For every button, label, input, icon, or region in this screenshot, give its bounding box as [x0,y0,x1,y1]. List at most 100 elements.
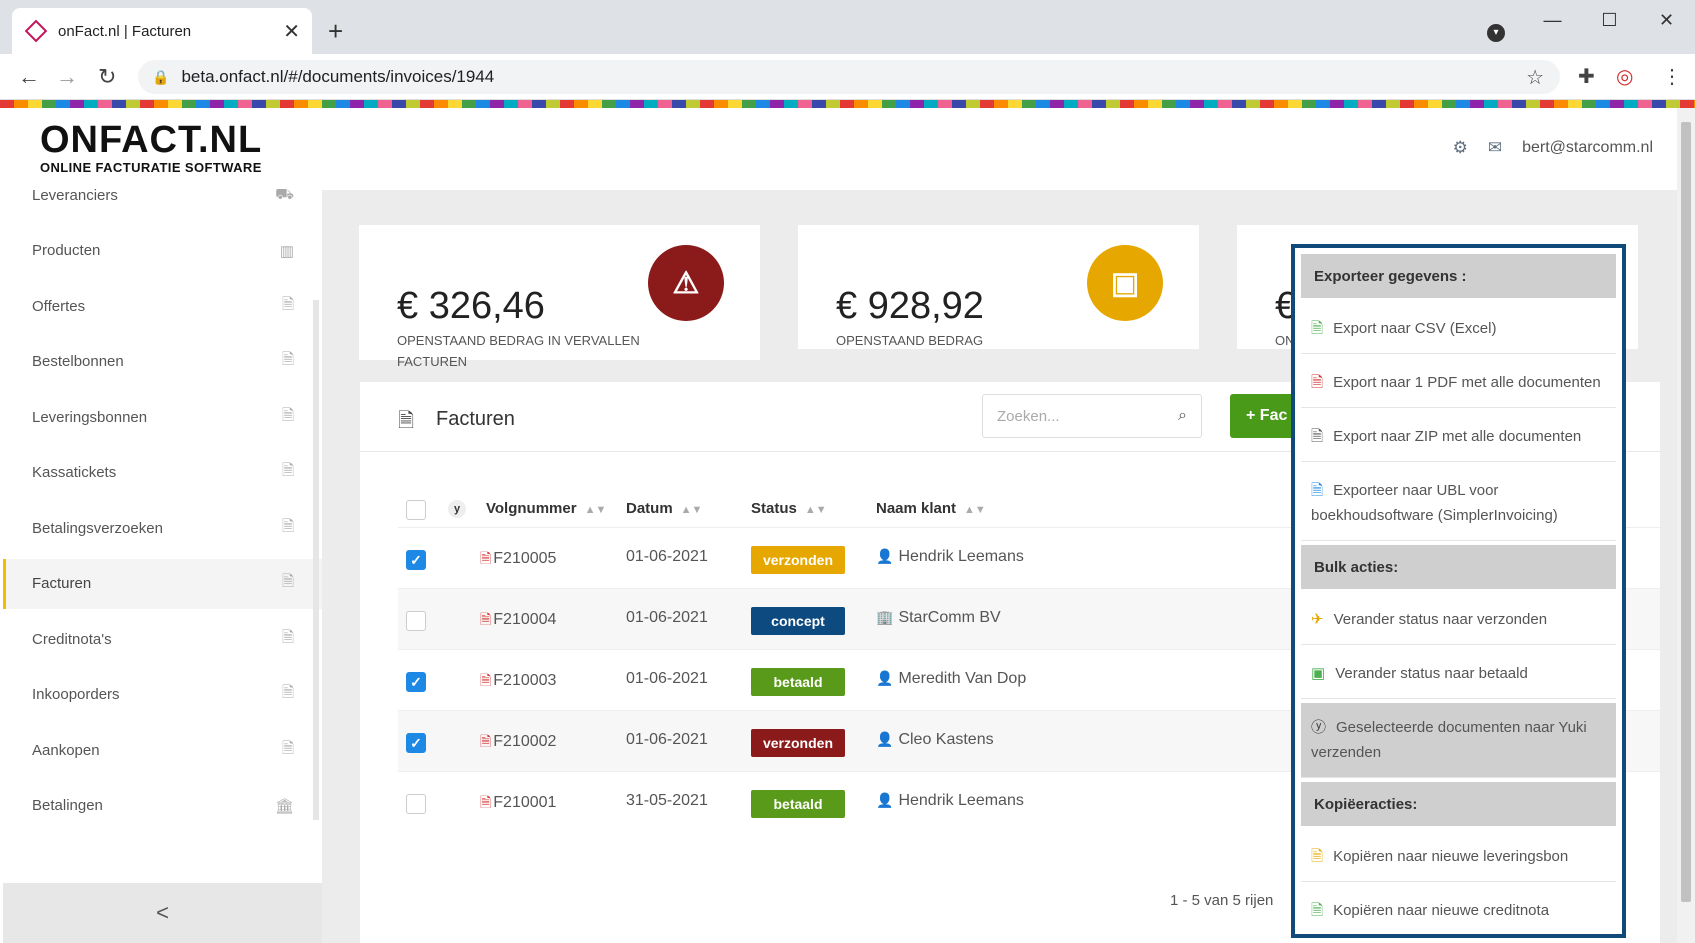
customer-cell[interactable]: 👤 Meredith Van Dop [876,670,1026,688]
window-controls: — ☐ ✕ [1524,0,1695,40]
sidebar-item[interactable]: Bestelbonnen 🗎 [3,337,322,387]
new-tab-button[interactable]: + [328,16,343,47]
profile-icon[interactable]: ▾ [1487,24,1505,42]
pdf-file-icon: 🗎 [281,573,294,590]
extensions-icon[interactable]: ✚ [1578,64,1595,89]
page-scrollbar[interactable] [1677,108,1695,943]
sort-icon[interactable]: ▲▼ [805,504,827,516]
column-header-date[interactable]: Datum ▲▼ [626,500,702,517]
sidebar-item[interactable]: Producten ▥ [3,226,322,276]
sidebar-item[interactable]: Betalingen 🏛 [3,781,322,831]
close-tab-icon[interactable]: ✕ [283,19,300,44]
yuki-icon: ⓨ [1311,719,1327,736]
column-header-status[interactable]: Status ▲▼ [751,500,827,517]
customer-cell[interactable]: 👤 Cleo Kastens [876,731,994,749]
pagination-info: 1 - 5 van 5 rijen [1170,892,1274,909]
minimize-icon[interactable]: — [1524,10,1581,31]
back-icon[interactable]: ← [18,64,40,90]
invoice-date-cell: 01-06-2021 [626,548,708,565]
money-icon: ▣ [1087,245,1163,321]
sidebar-item[interactable]: Offertes 🗎 [3,281,322,331]
column-header-customer[interactable]: Naam klant ▲▼ [876,500,986,517]
bank-icon: 🏛 [274,797,294,815]
row-checkbox[interactable] [406,611,426,631]
dropdown-item[interactable]: 🗎 Export naar CSV (Excel) [1301,304,1616,354]
sidebar-item-label: Bestelbonnen [32,353,124,370]
sidebar-item[interactable]: Kassatickets 🗎 [3,448,322,498]
settings-gears-icon[interactable]: ⚙ [1453,138,1468,158]
collapse-sidebar-button[interactable]: < [3,883,322,943]
status-badge: betaald [751,790,845,818]
dropdown-item[interactable]: 🗎 Export naar ZIP met alle documenten [1301,412,1616,462]
search-icon[interactable]: ⌕ [1178,407,1187,425]
sidebar-item-label: Aankopen [32,741,100,759]
column-header-number[interactable]: Volgnummer ▲▼ [486,500,606,517]
invoice-number-cell[interactable]: 🗎 F210005 [480,548,556,572]
row-checkbox[interactable]: ✓ [406,672,426,692]
overdue-amount-card: € 326,46 OPENSTAAND BEDRAG IN VERVALLEN … [359,225,760,369]
url-input[interactable]: 🔒 beta.onfact.nl/#/documents/invoices/19… [138,60,1560,94]
pdf-file-icon: 🗎 [281,628,294,646]
browser-tab[interactable]: onFact.nl | Facturen ✕ [12,8,312,54]
extension-logo-icon[interactable]: ◎ [1616,64,1633,89]
close-window-icon[interactable]: ✕ [1638,10,1695,31]
sidebar-item[interactable]: Creditnota's 🗎 [3,614,322,664]
maximize-icon[interactable]: ☐ [1581,10,1638,31]
customer-cell[interactable]: 🏢 StarComm BV [876,609,1001,627]
pdf-file-icon: 🗎 [480,794,492,810]
reload-icon[interactable]: ↻ [98,64,116,90]
dropdown-item[interactable]: 🗎 Exporteer naar UBL voor boekhoudsoftwar… [1301,466,1616,541]
pdf-file-icon: 🗎 [480,733,492,749]
row-checkbox[interactable] [406,794,426,814]
forward-icon[interactable]: → [56,64,78,90]
sidebar-item[interactable]: Facturen 🗎 [3,558,322,609]
invoice-number-cell[interactable]: 🗎 F210001 [480,792,556,816]
invoice-number-cell[interactable]: 🗎 F210003 [480,670,556,694]
favicon-icon [24,19,48,43]
building-icon: 🏢 [876,609,894,625]
invoice-number-cell[interactable]: 🗎 F210002 [480,731,556,755]
invoice-date-cell: 01-06-2021 [626,731,708,748]
pdf-file-icon: 🗎 [1311,902,1324,919]
truck-icon: ⛟ [275,185,294,203]
sort-icon[interactable]: ▲▼ [964,504,986,516]
pdf-file-icon: 🗎 [281,517,294,535]
sidebar-item[interactable]: Leveranciers ⛟ [3,170,322,220]
person-icon: 👤 [876,548,894,564]
sidebar-item[interactable]: Aankopen 🗎 [3,725,322,775]
dropdown-item[interactable]: ▣ Verander status naar betaald [1301,649,1616,699]
menu-dots-icon[interactable]: ⋮ [1662,64,1682,89]
customer-cell[interactable]: 👤 Hendrik Leemans [876,548,1024,566]
sidebar-item[interactable]: Inkooporders 🗎 [3,670,322,720]
user-toolbar: ⚙ ✉ bert@starcomm.nl [1453,138,1653,158]
sidebar-item-label: Kassatickets [32,464,117,481]
bookmark-star-icon[interactable]: ☆ [1526,65,1544,90]
sidebar-item[interactable]: Leveringsbonnen 🗎 [3,392,322,442]
dropdown-item[interactable]: ✈ Verander status naar verzonden [1301,595,1616,645]
search-input[interactable]: Zoeken... ⌕ [982,394,1202,438]
customer-cell[interactable]: 👤 Hendrik Leemans [876,792,1024,810]
mail-icon[interactable]: ✉ [1488,138,1502,158]
invoice-number-cell[interactable]: 🗎 F210004 [480,609,556,633]
dropdown-item[interactable]: 🗎 Kopiëren naar nieuwe leveringsbon [1301,832,1616,882]
scrollbar-thumb[interactable] [1681,122,1691,902]
sort-icon[interactable]: ▲▼ [585,504,607,516]
pdf-file-icon: 🗎 [480,550,492,566]
tab-title: onFact.nl | Facturen [58,22,192,40]
dropdown-header-bulk: Bulk acties: [1301,545,1616,589]
dropdown-item[interactable]: ⓨ Geselecteerde documenten naar Yuki verz… [1301,703,1616,778]
dropdown-item[interactable]: 🗎 Export naar 1 PDF met alle documenten [1301,358,1616,408]
status-badge: verzonden [751,546,845,574]
sort-icon[interactable]: ▲▼ [681,504,703,516]
lock-icon: 🔒 [152,68,170,85]
url-text: beta.onfact.nl/#/documents/invoices/1944 [181,67,495,86]
user-email[interactable]: bert@starcomm.nl [1522,139,1653,157]
dropdown-item[interactable]: 🗎 Kopiëren naar nieuwe creditnota [1301,886,1616,934]
sidebar-item[interactable]: Betalingsverzoeken 🗎 [3,503,322,553]
sidebar-scrollbar[interactable] [313,300,319,820]
row-checkbox[interactable]: ✓ [406,550,426,570]
pdf-file-icon: 🗎 [480,672,492,688]
row-checkbox[interactable]: ✓ [406,733,426,753]
onfact-logo[interactable]: ONFACT.NL ONLINE FACTURATIE SOFTWARE [40,120,262,175]
select-all-checkbox[interactable] [406,500,426,520]
